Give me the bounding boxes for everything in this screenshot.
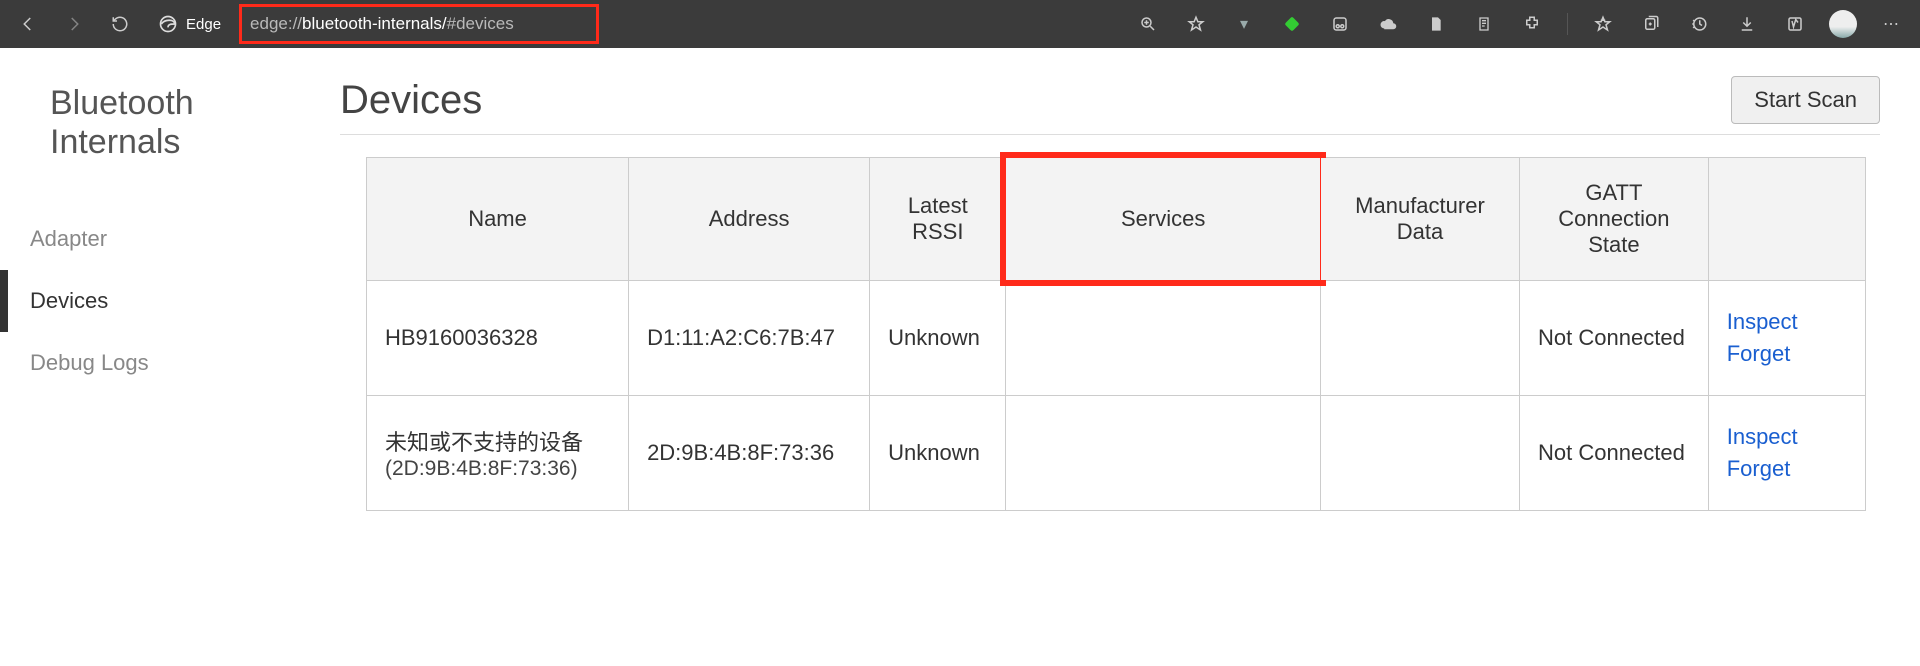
cell-rssi: Unknown <box>870 396 1006 511</box>
refresh-button[interactable] <box>104 8 136 40</box>
inspect-link[interactable]: Inspect <box>1727 309 1847 335</box>
forget-link[interactable]: Forget <box>1727 341 1847 367</box>
toolbar-separator <box>1567 13 1568 35</box>
url-path: bluetooth-internals/ <box>302 14 447 34</box>
url-hash: #devices <box>447 14 514 34</box>
extensions-icon[interactable] <box>1515 8 1549 40</box>
history-icon[interactable] <box>1682 8 1716 40</box>
cell-actions: Inspect Forget <box>1708 281 1865 396</box>
back-button[interactable] <box>12 8 44 40</box>
cell-name: HB9160036328 <box>367 281 629 396</box>
cell-services <box>1006 396 1320 511</box>
zoom-icon[interactable] <box>1131 8 1165 40</box>
profile-avatar[interactable] <box>1826 8 1860 40</box>
main-content: Devices Start Scan Name Address Latest R… <box>260 48 1920 666</box>
sidebar: Bluetooth Internals Adapter Devices Debu… <box>0 48 260 666</box>
ext-green-icon[interactable] <box>1275 8 1309 40</box>
cell-address: D1:11:A2:C6:7B:47 <box>629 281 870 396</box>
collections-icon[interactable] <box>1634 8 1668 40</box>
col-header-rssi: Latest RSSI <box>870 158 1006 281</box>
sidebar-title-line1: Bluetooth <box>50 84 194 122</box>
forward-button[interactable] <box>58 8 90 40</box>
col-header-actions <box>1708 158 1865 281</box>
browser-toolbar: Edge edge://bluetooth-internals/#devices… <box>0 0 1920 48</box>
sidebar-item-devices[interactable]: Devices <box>0 270 260 332</box>
address-bar[interactable]: edge://bluetooth-internals/#devices <box>239 4 599 44</box>
cell-gatt: Not Connected <box>1520 396 1709 511</box>
sidebar-title-line2: Internals <box>50 123 180 161</box>
sidebar-item-debug-logs[interactable]: Debug Logs <box>0 332 260 394</box>
forget-link[interactable]: Forget <box>1727 456 1847 482</box>
edge-icon <box>158 14 178 34</box>
cell-name: 未知或不支持的设备 (2D:9B:4B:8F:73:36) <box>367 396 629 511</box>
table-header-row: Name Address Latest RSSI Services Manufa… <box>367 158 1866 281</box>
browser-brand: Edge <box>158 14 221 34</box>
ext-v-icon[interactable]: ▾ <box>1227 8 1261 40</box>
favorite-icon[interactable] <box>1179 8 1213 40</box>
col-header-mfr: Manufacturer Data <box>1320 158 1519 281</box>
cell-services <box>1006 281 1320 396</box>
ext-note-icon[interactable] <box>1467 8 1501 40</box>
table-row: HB9160036328 D1:11:A2:C6:7B:47 Unknown N… <box>367 281 1866 396</box>
sidebar-item-adapter[interactable]: Adapter <box>0 208 260 270</box>
col-header-services: Services <box>1006 158 1320 281</box>
ext-cloud-icon[interactable] <box>1371 8 1405 40</box>
devices-table: Name Address Latest RSSI Services Manufa… <box>366 157 1866 511</box>
favorites-hub-icon[interactable] <box>1586 8 1620 40</box>
sidebar-item-label: Devices <box>30 288 108 313</box>
cell-rssi: Unknown <box>870 281 1006 396</box>
cell-address: 2D:9B:4B:8F:73:36 <box>629 396 870 511</box>
cell-actions: Inspect Forget <box>1708 396 1865 511</box>
math-icon[interactable] <box>1778 8 1812 40</box>
page-title: Devices <box>340 78 482 123</box>
url-prefix: edge:// <box>250 14 302 34</box>
cell-mfr <box>1320 396 1519 511</box>
start-scan-button[interactable]: Start Scan <box>1731 76 1880 124</box>
sidebar-title: Bluetooth Internals <box>0 72 260 208</box>
cell-gatt: Not Connected <box>1520 281 1709 396</box>
inspect-link[interactable]: Inspect <box>1727 424 1847 450</box>
col-header-name: Name <box>367 158 629 281</box>
sidebar-item-label: Adapter <box>30 226 107 251</box>
cell-mfr <box>1320 281 1519 396</box>
ext-box-icon[interactable] <box>1323 8 1357 40</box>
table-row: 未知或不支持的设备 (2D:9B:4B:8F:73:36) 2D:9B:4B:8… <box>367 396 1866 511</box>
ext-page-icon[interactable] <box>1419 8 1453 40</box>
address-bar-highlight: edge://bluetooth-internals/#devices <box>239 4 599 44</box>
downloads-icon[interactable] <box>1730 8 1764 40</box>
col-header-address: Address <box>629 158 870 281</box>
col-header-gatt: GATT Connection State <box>1520 158 1709 281</box>
sidebar-item-label: Debug Logs <box>30 350 149 375</box>
more-menu-icon[interactable]: ⋯ <box>1874 8 1908 40</box>
browser-brand-label: Edge <box>186 16 221 33</box>
